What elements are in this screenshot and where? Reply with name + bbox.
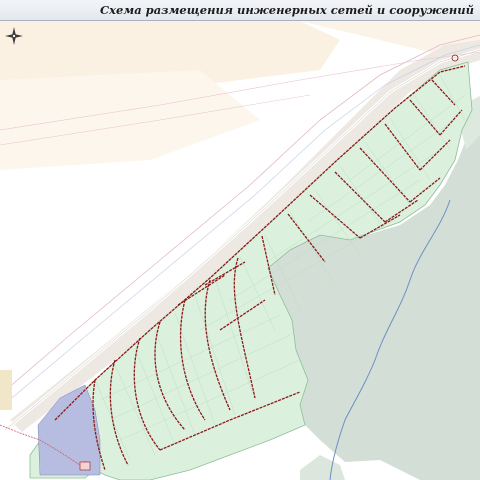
- map-viewer: Схема размещения инженерных сетей и соор…: [0, 0, 480, 480]
- map-title: Схема размещения инженерных сетей и соор…: [99, 3, 474, 17]
- map-canvas[interactable]: [0, 21, 480, 480]
- title-bar: Схема размещения инженерных сетей и соор…: [0, 0, 480, 21]
- sand-patch: [0, 370, 12, 410]
- facility-building[interactable]: [79, 461, 91, 471]
- compass-north-arrow-icon[interactable]: [4, 26, 24, 46]
